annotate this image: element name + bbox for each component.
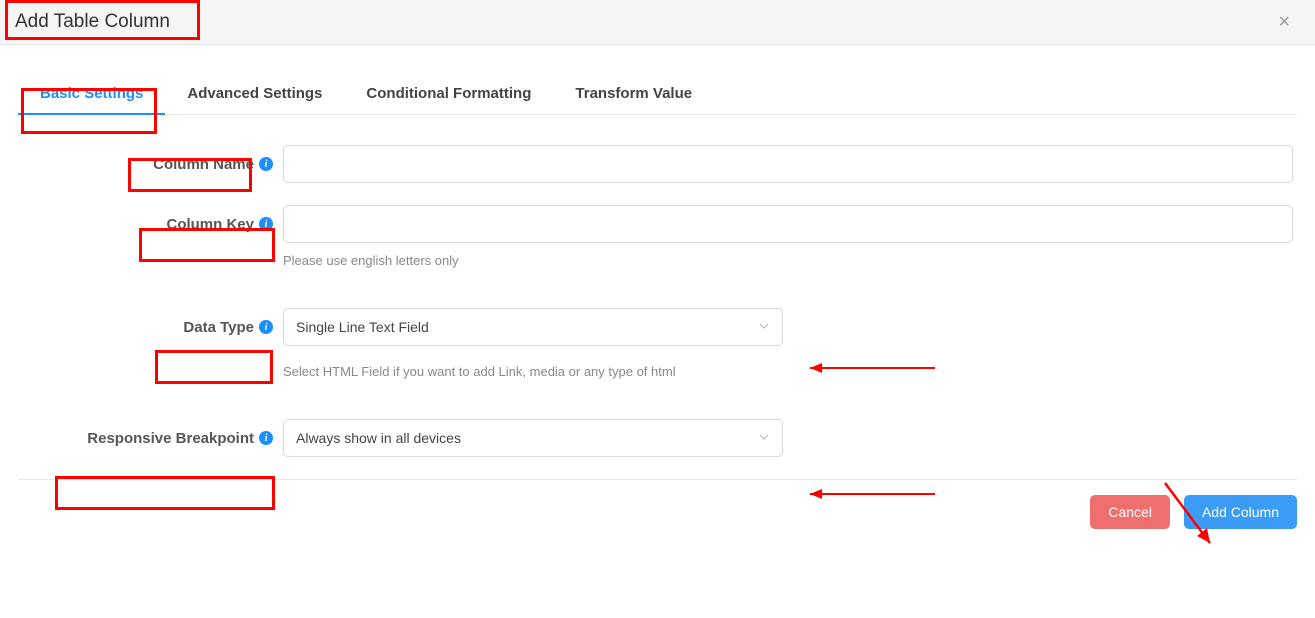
- label-data-type-text: Data Type: [183, 319, 254, 336]
- column-key-input[interactable]: [283, 205, 1293, 243]
- responsive-breakpoint-select[interactable]: Always show in all devices: [283, 419, 783, 457]
- info-icon[interactable]: i: [259, 431, 273, 445]
- help-column-key: Please use english letters only: [283, 253, 1293, 268]
- tab-conditional-formatting[interactable]: Conditional Formatting: [344, 75, 553, 115]
- label-column-name: Column Name i: [18, 145, 283, 183]
- tab-basic-settings[interactable]: Basic Settings: [18, 75, 165, 115]
- label-column-key-text: Column Key: [166, 216, 254, 233]
- data-type-selected-value: Single Line Text Field: [296, 319, 429, 335]
- form-container: Column Name i Column Key i Please use en…: [18, 115, 1297, 457]
- label-data-type: Data Type i: [18, 308, 283, 346]
- cancel-button[interactable]: Cancel: [1090, 495, 1170, 529]
- column-name-input[interactable]: [283, 145, 1293, 183]
- modal-title: Add Table Column: [15, 11, 170, 33]
- responsive-breakpoint-selected-value: Always show in all devices: [296, 430, 461, 446]
- row-data-type: Data Type i Single Line Text Field Selec…: [18, 308, 1297, 379]
- row-responsive-breakpoint: Responsive Breakpoint i Always show in a…: [18, 419, 1297, 457]
- tab-advanced-settings[interactable]: Advanced Settings: [165, 75, 344, 115]
- label-responsive-breakpoint-text: Responsive Breakpoint: [87, 430, 254, 447]
- chevron-down-icon: [758, 430, 770, 446]
- label-column-key: Column Key i: [18, 205, 283, 243]
- info-icon[interactable]: i: [259, 320, 273, 334]
- label-column-name-text: Column Name: [153, 156, 254, 173]
- data-type-select[interactable]: Single Line Text Field: [283, 308, 783, 346]
- control-data-type: Single Line Text Field Select HTML Field…: [283, 308, 1293, 379]
- tab-transform-value[interactable]: Transform Value: [553, 75, 714, 115]
- modal-footer: Cancel Add Column: [18, 479, 1297, 544]
- close-icon[interactable]: ×: [1278, 11, 1300, 34]
- chevron-down-icon: [758, 319, 770, 335]
- modal-header: Add Table Column ×: [0, 0, 1315, 45]
- row-column-key: Column Key i Please use english letters …: [18, 205, 1297, 268]
- tabs-container: Basic Settings Advanced Settings Conditi…: [18, 75, 1297, 115]
- label-responsive-breakpoint: Responsive Breakpoint i: [18, 419, 283, 457]
- add-column-button[interactable]: Add Column: [1184, 495, 1297, 529]
- info-icon[interactable]: i: [259, 157, 273, 171]
- info-icon[interactable]: i: [259, 217, 273, 231]
- control-column-key: Please use english letters only: [283, 205, 1293, 268]
- control-responsive-breakpoint: Always show in all devices: [283, 419, 1293, 457]
- help-data-type: Select HTML Field if you want to add Lin…: [283, 364, 1293, 379]
- control-column-name: [283, 145, 1293, 183]
- row-column-name: Column Name i: [18, 145, 1297, 183]
- modal-body: Basic Settings Advanced Settings Conditi…: [0, 45, 1315, 457]
